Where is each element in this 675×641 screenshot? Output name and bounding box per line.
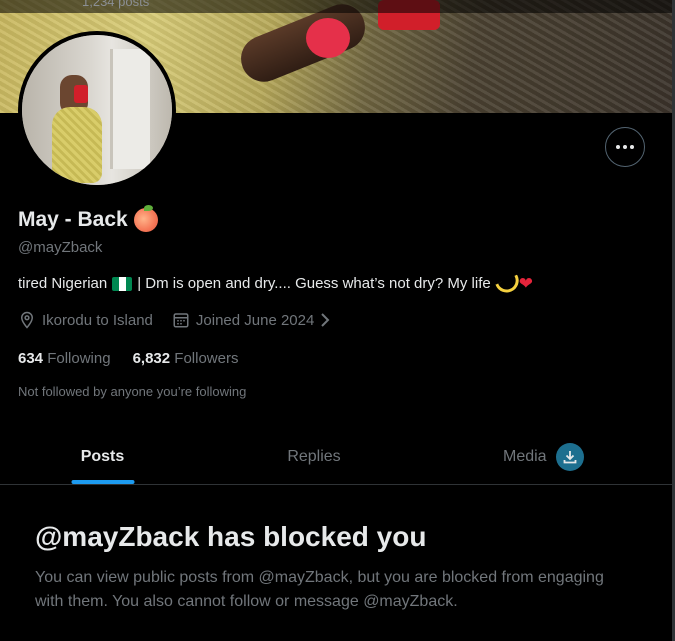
peach-icon <box>133 205 158 232</box>
display-name-text: May - Back <box>18 208 128 231</box>
following-label: Following <box>47 350 111 367</box>
top-header-bar: 1,234 posts <box>0 0 675 13</box>
joined-item[interactable]: Joined June 2024 <box>172 311 336 329</box>
profile-meta: Ikorodu to Island Joined June 2024 <box>18 311 355 329</box>
following-count: 634 <box>18 350 44 367</box>
follow-stats: 634 Following 6,832 Followers <box>18 350 260 367</box>
tab-replies-label: Replies <box>287 447 341 465</box>
not-followed-note: Not followed by anyone you’re following <box>18 384 247 399</box>
profile-handle: @mayZback <box>18 239 103 256</box>
location-item: Ikorodu to Island <box>18 311 153 329</box>
tab-replies[interactable]: Replies <box>205 429 423 484</box>
followers-label: Followers <box>174 350 239 367</box>
tab-media[interactable]: Media <box>423 429 672 484</box>
more-icon <box>616 145 620 149</box>
heart-icon: ❤ <box>518 274 533 293</box>
following-link[interactable]: 634 Following <box>18 350 111 367</box>
download-icon[interactable] <box>555 442 584 471</box>
location-text: Ikorodu to Island <box>42 311 153 329</box>
followers-link[interactable]: 6,832 Followers <box>133 350 239 367</box>
profile-tabs: Posts Replies Media <box>0 429 672 485</box>
bio-text-part-1: tired Nigerian <box>18 275 108 292</box>
display-name: May - Back <box>18 205 158 232</box>
blocked-message: You can view public posts from @mayZback… <box>35 569 604 610</box>
banner-scrunchie <box>306 18 350 58</box>
tab-posts-label: Posts <box>80 447 125 465</box>
chevron-right-icon <box>321 313 330 327</box>
followers-count: 6,832 <box>132 350 171 367</box>
avatar[interactable] <box>18 31 176 189</box>
post-count: 1,234 posts <box>82 0 150 9</box>
location-pin-icon <box>20 311 34 329</box>
blocked-title: @mayZback has blocked you <box>35 521 427 552</box>
nigeria-flag-icon <box>112 276 133 291</box>
tab-media-label: Media <box>503 447 547 465</box>
calendar-icon <box>173 313 189 328</box>
bio-text-part-2: | Dm is open and dry.... Guess what’s no… <box>137 275 491 292</box>
banana-icon <box>497 277 515 291</box>
tab-posts[interactable]: Posts <box>0 429 205 484</box>
joined-text: Joined June 2024 <box>195 311 315 329</box>
profile-bio: tired Nigerian | Dm is open and dry.... … <box>18 275 533 292</box>
more-button[interactable] <box>605 127 645 167</box>
